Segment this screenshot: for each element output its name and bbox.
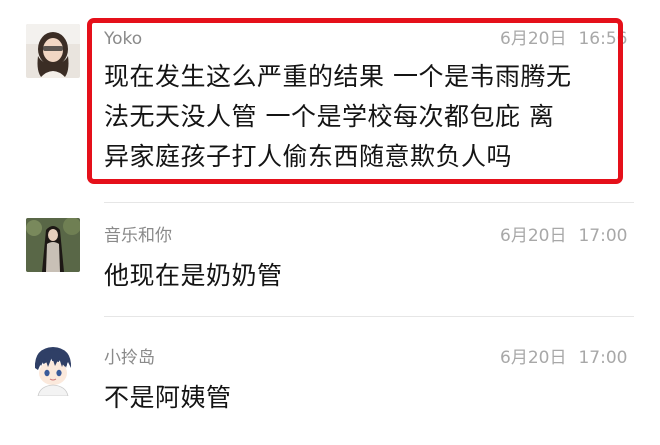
comment-text-line: 异家庭孩子打人偷东西随意欺负人吗 <box>104 142 513 171</box>
avatar-long-hair-photo-icon[interactable] <box>26 218 80 272</box>
timestamp-time: 17:00 <box>578 226 628 246</box>
username[interactable]: Yoko <box>104 29 142 49</box>
comment-text: 他现在是奶奶管 <box>104 261 283 290</box>
timestamp: 6月20日 17:00 <box>500 348 627 368</box>
comment-text: 现在发生这么严重的结果 一个是韦雨腾无 法无天没人管 一个是学校每次都包庇 离 … <box>104 57 571 177</box>
timestamp-time: 16:56 <box>578 29 628 49</box>
timestamp-date: 6月20日 <box>500 29 567 49</box>
avatar-anime-boy-icon[interactable] <box>26 342 80 396</box>
comment-text-line: 法无天没人管 一个是学校每次都包庇 离 <box>104 102 555 131</box>
header-row: Yoko 6月20日 16:56 <box>0 0 632 60</box>
timestamp: 6月20日 16:56 <box>500 29 627 49</box>
username[interactable]: 小拎岛 <box>104 348 155 368</box>
username[interactable]: 音乐和你 <box>104 226 172 246</box>
timestamp-date: 6月20日 <box>500 226 567 246</box>
comment-text-line: 现在发生这么严重的结果 一个是韦雨腾无 <box>104 62 572 91</box>
timestamp-date: 6月20日 <box>500 348 567 368</box>
timestamp-time: 17:00 <box>578 348 628 368</box>
divider <box>104 316 634 317</box>
timestamp: 6月20日 17:00 <box>500 226 627 246</box>
comment-text: 不是阿姨管 <box>104 383 232 412</box>
divider <box>104 202 634 203</box>
